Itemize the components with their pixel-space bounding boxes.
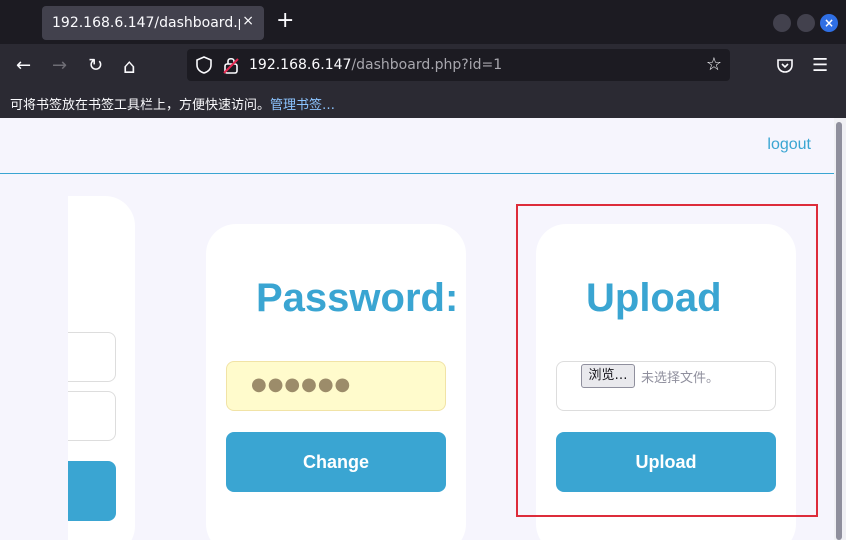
window-close-button[interactable]: × (820, 14, 838, 32)
password-card: Password: ●●●●●● Change (206, 224, 466, 540)
password-title: Password: (256, 276, 459, 320)
manage-bookmarks-link[interactable]: 管理书签… (270, 98, 335, 113)
back-icon[interactable]: ← (16, 54, 31, 78)
url-text[interactable]: 192.168.6.147/dashboard.php?id=1 (249, 57, 502, 73)
maximize-button[interactable] (797, 14, 815, 32)
header-divider (0, 173, 834, 174)
browser-tab[interactable]: 192.168.6.147/dashboard.php × (42, 6, 264, 40)
password-input[interactable]: ●●●●●● (226, 361, 446, 411)
home-icon[interactable]: ⌂ (123, 54, 136, 78)
change-password-button[interactable]: Change (226, 432, 446, 492)
pocket-icon[interactable] (776, 57, 794, 75)
bookmarks-hint: 可将书签放在书签工具栏上，方便快速访问。管理书签… (10, 94, 335, 113)
shield-icon[interactable] (195, 55, 213, 75)
tab-title: 192.168.6.147/dashboard.php (52, 15, 240, 31)
bookmarks-toolbar: 可将书签放在书签工具栏上，方便快速访问。管理书签… (0, 88, 846, 118)
bookmarks-hint-text: 可将书签放在书签工具栏上，方便快速访问。 (10, 98, 271, 113)
tab-strip: 192.168.6.147/dashboard.php × + × (0, 0, 846, 44)
address-bar[interactable]: 192.168.6.147/dashboard.php?id=1 ☆ (187, 49, 730, 81)
forward-icon[interactable]: → (52, 54, 67, 78)
password-masked-value: ●●●●●● (251, 374, 352, 395)
logout-link[interactable]: logout (767, 136, 811, 154)
highlight-box (516, 204, 818, 517)
bookmark-star-icon[interactable]: ☆ (706, 54, 722, 75)
insecure-lock-icon[interactable] (223, 55, 239, 75)
url-path: /dashboard.php?id=1 (351, 57, 503, 73)
page-content: logout Password: ●●●●●● Change Upload 浏览… (0, 118, 834, 540)
minimize-button[interactable] (773, 14, 791, 32)
url-host: 192.168.6.147 (249, 57, 352, 73)
left-panel-mask (0, 174, 68, 540)
navigation-toolbar: ← → ↻ ⌂ 192.168.6.147/dashboard.php?id=1… (0, 44, 846, 88)
reload-icon[interactable]: ↻ (88, 54, 103, 78)
new-tab-button[interactable]: + (276, 10, 294, 32)
tab-close-icon[interactable]: × (242, 13, 254, 29)
menu-icon[interactable]: ☰ (812, 54, 828, 78)
scrollbar-thumb[interactable] (836, 122, 842, 540)
